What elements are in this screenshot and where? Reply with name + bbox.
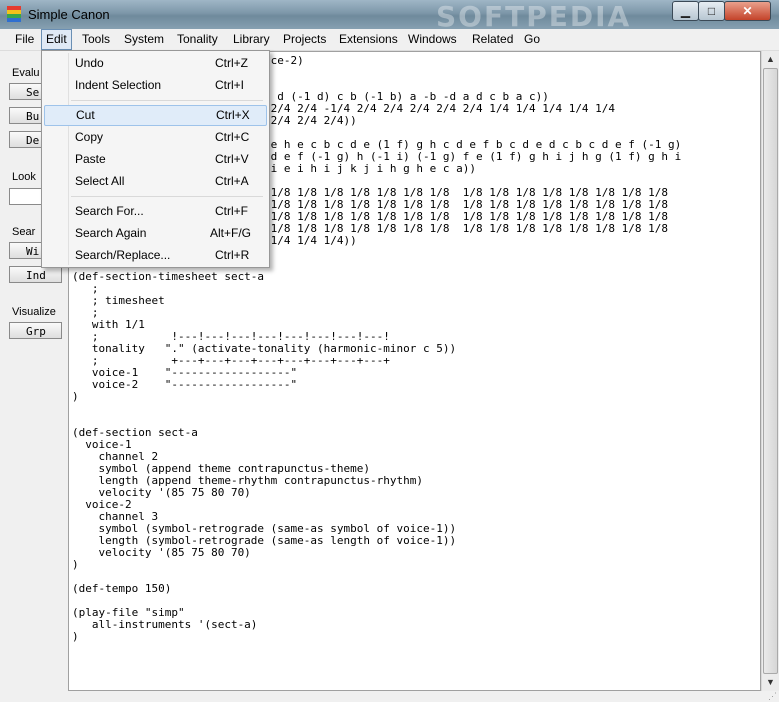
menu-item-shortcut: Ctrl+A — [215, 174, 249, 188]
close-icon: ✕ — [742, 4, 753, 18]
menu-tools[interactable]: Tools — [78, 29, 114, 50]
scroll-down-icon[interactable]: ▼ — [762, 674, 779, 691]
menu-extensions[interactable]: Extensions — [335, 29, 402, 50]
edit-menu-dropdown: Undo Ctrl+Z Indent Selection Ctrl+I Cut … — [41, 50, 270, 268]
menu-projects[interactable]: Projects — [279, 29, 330, 50]
menu-windows[interactable]: Windows — [404, 29, 461, 50]
look-label: Look — [12, 171, 36, 183]
menu-item-shortcut: Ctrl+F — [215, 204, 248, 218]
menu-item-select-all[interactable]: Select All Ctrl+A — [44, 171, 267, 192]
menu-separator — [71, 196, 263, 197]
menu-item-shortcut: Ctrl+R — [215, 248, 250, 262]
menu-item-shortcut: Ctrl+C — [215, 130, 250, 144]
menu-item-cut[interactable]: Cut Ctrl+X — [44, 105, 267, 126]
menu-bar: File Edit Tools System Tonality Library … — [0, 29, 779, 51]
menu-item-indent-selection[interactable]: Indent Selection Ctrl+I — [44, 75, 267, 96]
menu-item-label: Select All — [75, 174, 125, 188]
scroll-thumb[interactable] — [763, 68, 778, 674]
menu-item-label: Search For... — [75, 204, 144, 218]
menu-file[interactable]: File — [11, 29, 38, 50]
menu-item-shortcut: Ctrl+V — [215, 152, 249, 166]
menu-go[interactable]: Go — [520, 29, 544, 50]
menu-library[interactable]: Library — [229, 29, 274, 50]
app-icon — [7, 6, 21, 22]
menu-item-search-replace[interactable]: Search/Replace... Ctrl+R — [44, 245, 267, 266]
minimize-icon: ▁ — [680, 4, 691, 18]
grp-button[interactable]: Grp — [9, 322, 62, 339]
menu-item-label: Search/Replace... — [75, 248, 171, 262]
menu-tonality[interactable]: Tonality — [173, 29, 222, 50]
menu-item-shortcut: Ctrl+X — [216, 108, 250, 122]
menu-item-search-again[interactable]: Search Again Alt+F/G — [44, 223, 267, 244]
close-button[interactable]: ✕ — [724, 1, 771, 21]
menu-item-copy[interactable]: Copy Ctrl+C — [44, 127, 267, 148]
menu-item-search-for[interactable]: Search For... Ctrl+F — [44, 201, 267, 222]
menu-item-shortcut: Ctrl+Z — [215, 56, 248, 70]
vertical-scrollbar[interactable]: ▲ ▼ — [761, 51, 779, 691]
maximize-button[interactable]: □ — [698, 1, 725, 21]
menu-item-undo[interactable]: Undo Ctrl+Z — [44, 53, 267, 74]
window-title: Simple Canon — [28, 7, 110, 22]
resize-grip-icon[interactable]: ⋰ — [768, 691, 777, 702]
maximize-icon: □ — [707, 4, 716, 18]
menu-separator — [71, 100, 263, 101]
evaluate-label: Evalu — [12, 67, 40, 79]
menu-item-paste[interactable]: Paste Ctrl+V — [44, 149, 267, 170]
menu-item-label: Indent Selection — [75, 78, 162, 92]
scroll-up-icon[interactable]: ▲ — [762, 51, 779, 68]
menu-item-label: Copy — [75, 130, 104, 144]
visualize-label: Visualize — [12, 306, 56, 318]
search-label: Sear — [12, 226, 36, 238]
minimize-button[interactable]: ▁ — [672, 1, 699, 21]
search-button-ind[interactable]: Ind — [9, 266, 62, 283]
menu-item-shortcut: Alt+F/G — [210, 226, 252, 240]
menu-system[interactable]: System — [120, 29, 168, 50]
menu-related[interactable]: Related — [468, 29, 517, 50]
menu-item-label: Undo — [75, 56, 104, 70]
menu-item-label: Cut — [76, 108, 95, 122]
menu-edit[interactable]: Edit — [41, 29, 72, 50]
menu-item-shortcut: Ctrl+I — [215, 78, 245, 92]
menu-item-label: Paste — [75, 152, 106, 166]
menu-item-label: Search Again — [75, 226, 147, 240]
title-bar[interactable]: Simple Canon SOFTPEDIA ▁ □ ✕ — [0, 0, 779, 33]
status-bar: ⋰ — [0, 691, 779, 702]
application-window: Simple Canon SOFTPEDIA ▁ □ ✕ File Edit T… — [0, 0, 779, 702]
